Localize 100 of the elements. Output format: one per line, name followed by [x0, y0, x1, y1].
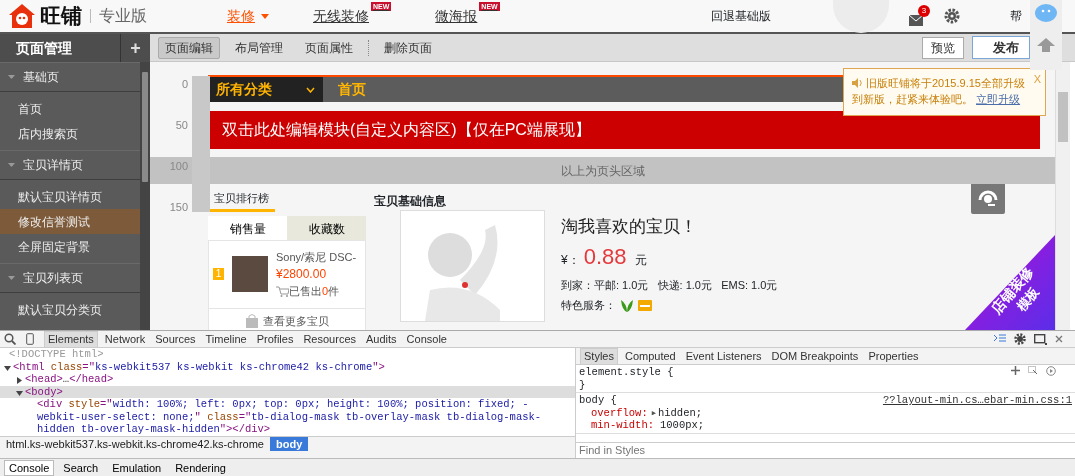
- panel-title: 页面管理: [15, 38, 72, 58]
- toolbar-tab[interactable]: 布局管理: [228, 36, 290, 59]
- upgrade-link[interactable]: 立即升级: [976, 93, 1021, 105]
- drawer-tab[interactable]: Rendering: [170, 459, 231, 476]
- panel-tab[interactable]: Sources: [152, 331, 199, 347]
- closing-brace: }: [579, 378, 587, 391]
- dom-node-line[interactable]: <div style="width: 100%; left: 0px; top: 0px; height: 100%; position: fixed; -webkit-user-select: none;" class="tb-dialog-mask tb-overlay-mask tb-dialog-mask-hidden tb-overlay-mask-hidden"></div>: [0, 398, 575, 436]
- ranking-tab[interactable]: 收藏数: [287, 215, 366, 240]
- panel-tab[interactable]: Elements: [44, 330, 98, 348]
- template-ribbon[interactable]: 店铺装修 模板: [965, 235, 1055, 330]
- notification-count: 3: [918, 4, 930, 17]
- toolbar-tab[interactable]: 页面编辑: [158, 36, 220, 59]
- fallback-link[interactable]: 回退基础版: [711, 7, 771, 25]
- rank-number: 1: [213, 268, 224, 280]
- more-products-link[interactable]: 查看更多宝贝: [263, 312, 329, 329]
- drawer-tab[interactable]: Console: [4, 459, 55, 476]
- section-header[interactable]: 宝贝列表页: [0, 263, 140, 293]
- filter-field[interactable]: Find in Styles: [576, 442, 1075, 458]
- scrollbar[interactable]: [1055, 62, 1070, 330]
- section-heading: 宝贝基础信息: [374, 193, 446, 210]
- panel-tab[interactable]: Network: [101, 331, 149, 347]
- expanded-arrow-icon[interactable]: [16, 389, 23, 397]
- product-price: 0.88: [583, 242, 627, 271]
- sidebar-item[interactable]: 默认宝贝详情页: [0, 184, 140, 209]
- panel-tab[interactable]: Console: [403, 331, 450, 347]
- card-icon: [638, 299, 652, 311]
- notice-text: 旧版旺铺将于2015.9.15全部升级到新版，赶紧来体验吧。 立即升级: [852, 76, 1026, 107]
- panel-tab[interactable]: Timeline: [202, 331, 250, 347]
- section-label: 基础页: [23, 69, 59, 86]
- styles-tab[interactable]: Event Listeners: [682, 348, 765, 364]
- shipping-info: 到家：平邮: 1.0元 快递: 1.0元 EMS: 1.0元: [561, 277, 778, 293]
- settings-icon[interactable]: [944, 8, 960, 24]
- sold-count: 0: [322, 284, 329, 299]
- custom-banner[interactable]: 双击此处编辑模块(自定义内容区)【仅在PC端展现】: [208, 111, 1040, 149]
- section-label: 宝贝列表页: [23, 270, 83, 287]
- scrollbar[interactable]: [140, 62, 150, 330]
- section-header[interactable]: 基础页: [0, 62, 140, 92]
- play-circle-icon[interactable]: [1046, 366, 1056, 376]
- sidebar-item[interactable]: 修改信誉测试: [0, 209, 140, 234]
- publish-button[interactable]: 发布: [972, 35, 1030, 60]
- css-property: min-width:: [591, 419, 654, 432]
- console-drawer-icon[interactable]: [994, 334, 1006, 344]
- toolbar-tab[interactable]: 页面属性: [298, 36, 360, 59]
- section-header[interactable]: 宝贝详情页: [0, 150, 140, 180]
- css-value: hidden;: [657, 406, 703, 419]
- panel-tab[interactable]: Audits: [363, 331, 400, 347]
- css-value: 1000px;: [660, 419, 705, 432]
- sold-label: 已售出: [289, 284, 322, 299]
- nav-link[interactable]: 首页: [323, 77, 366, 102]
- logo-text: 旺铺: [40, 3, 82, 30]
- drawer-tab[interactable]: Search: [58, 459, 104, 476]
- styles-tab[interactable]: Properties: [865, 348, 922, 364]
- styles-tab[interactable]: Computed: [621, 348, 679, 364]
- ranking-title: 宝贝排行榜: [208, 188, 275, 212]
- bag-icon: [245, 313, 259, 328]
- css-selector: body {: [579, 394, 617, 407]
- dom-node-line[interactable]: <head>…</head>: [0, 373, 575, 386]
- source-link[interactable]: ??layout-min.cs…ebar-min.css:1: [882, 394, 1072, 407]
- panel-tab[interactable]: Profiles: [253, 331, 297, 347]
- mail-icon[interactable]: [909, 14, 923, 26]
- currency-label: ¥：: [561, 251, 580, 269]
- toolbar-tab[interactable]: 删除页面: [377, 36, 439, 59]
- chevron-down-icon: [306, 86, 315, 93]
- dock-icon[interactable]: [1034, 333, 1047, 345]
- panel-tab[interactable]: Resources: [300, 331, 359, 347]
- sidebar-item[interactable]: 默认宝贝分类页: [0, 297, 140, 322]
- breadcrumb-item[interactable]: body: [269, 437, 309, 451]
- dom-node-line[interactable]: <html class="ks-webkit537 ks-webkit ks-chrome42 ks-chrome">: [0, 360, 575, 373]
- sidebar-item[interactable]: 首页: [0, 96, 140, 121]
- css-selector: element.style {: [579, 366, 674, 379]
- leaf-icon: [620, 298, 634, 313]
- help-link[interactable]: 帮: [1010, 7, 1022, 25]
- breadcrumb-item[interactable]: html.ks-webkit537.ks-webkit.ks-chrome42.ks-chrome: [0, 437, 270, 451]
- css-property: overflow:: [591, 406, 648, 419]
- currency-unit: 元: [634, 251, 647, 269]
- preview-button[interactable]: 预览: [922, 36, 964, 59]
- search-icon[interactable]: [4, 333, 16, 345]
- section-label: 宝贝详情页: [23, 157, 83, 174]
- category-menu[interactable]: 所有分类: [208, 77, 323, 102]
- product-title: 淘我喜欢的宝贝！: [561, 216, 698, 238]
- house-logo-icon: [8, 3, 36, 29]
- element-state-icon[interactable]: [1028, 366, 1038, 375]
- sidebar-item[interactable]: 全屏固定背景: [0, 234, 140, 259]
- sold-unit: 件: [328, 284, 340, 299]
- product-price: ¥2800.00: [276, 266, 328, 283]
- services-label: 特色服务：: [561, 298, 616, 313]
- speaker-icon: [852, 78, 863, 88]
- edition-label: 专业版: [99, 6, 147, 26]
- device-icon[interactable]: [26, 333, 34, 345]
- settings-icon[interactable]: [1014, 333, 1026, 345]
- drawer-tab[interactable]: Emulation: [107, 459, 167, 476]
- close-icon[interactable]: [1055, 335, 1063, 343]
- add-rule-icon[interactable]: [1011, 366, 1020, 375]
- cart-icon: [276, 285, 289, 297]
- product-name[interactable]: Sony/索尼 DSC-: [276, 248, 357, 265]
- ranking-tab[interactable]: 销售量: [208, 215, 287, 240]
- collapsed-arrow-icon[interactable]: [16, 377, 23, 385]
- styles-tab[interactable]: DOM Breakpoints: [768, 348, 862, 364]
- expanded-arrow-icon[interactable]: [4, 364, 11, 372]
- sidebar-item[interactable]: 店内搜索页: [0, 121, 140, 146]
